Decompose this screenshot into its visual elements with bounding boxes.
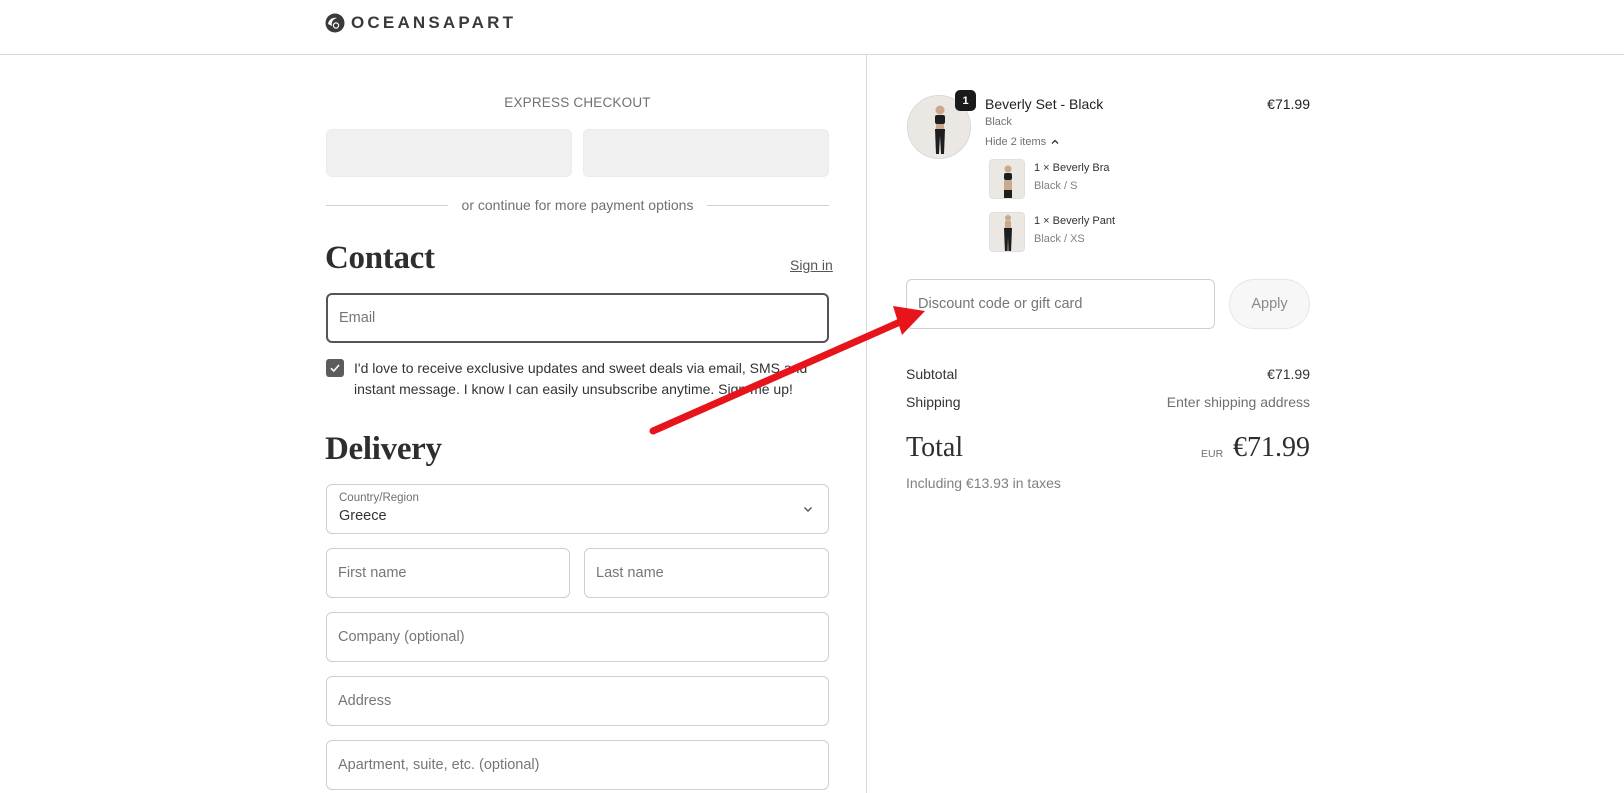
total-label: Total (906, 432, 964, 463)
last-name-field[interactable] (584, 548, 829, 598)
company-input[interactable] (338, 613, 817, 661)
hide-items-toggle[interactable]: Hide 2 items (985, 136, 1060, 148)
express-checkout-title: EXPRESS CHECKOUT (504, 95, 651, 110)
bra-product-image (990, 160, 1024, 198)
first-name-input[interactable] (338, 549, 558, 597)
chevron-down-icon (804, 507, 812, 512)
sub-item-name: 1 × Beverly Bra (1034, 162, 1110, 174)
marketing-consent-label: I'd love to receive exclusive updates an… (354, 360, 808, 397)
last-name-input[interactable] (596, 549, 817, 597)
express-pay-button-2[interactable] (583, 129, 829, 177)
taxes-note: Including €13.93 in taxes (906, 475, 1061, 491)
country-select[interactable]: Country/Region Greece (326, 484, 829, 534)
sub-item-thumbnail (989, 159, 1025, 199)
address-input[interactable] (338, 677, 817, 725)
company-field[interactable] (326, 612, 829, 662)
hide-items-label: Hide 2 items (985, 136, 1047, 148)
product-price: €71.99 (1267, 96, 1310, 112)
first-name-field[interactable] (326, 548, 570, 598)
oceansapart-logo-icon (325, 13, 345, 33)
marketing-consent-checkbox[interactable] (326, 359, 344, 377)
discount-code-field[interactable] (906, 279, 1215, 329)
sub-item-thumbnail (989, 212, 1025, 252)
subtotal-value: €71.99 (1267, 366, 1310, 382)
pant-product-image (990, 213, 1024, 251)
address-field[interactable] (326, 676, 829, 726)
divider-rule-right (707, 204, 829, 206)
quantity-badge: 1 (955, 90, 976, 111)
contact-heading: Contact (325, 240, 435, 276)
total-value: €71.99 (1233, 432, 1310, 463)
checkmark-icon (330, 364, 340, 373)
delivery-heading: Delivery (325, 431, 442, 467)
shipping-value: Enter shipping address (1166, 394, 1310, 410)
payment-divider: or continue for more payment options (326, 197, 829, 213)
sub-item-variant: Black / XS (1034, 233, 1085, 245)
brand-name: OCEANSAPART (351, 13, 517, 32)
sub-item-name: 1 × Beverly Pant (1034, 215, 1116, 227)
email-field[interactable] (326, 293, 829, 343)
shipping-label: Shipping (906, 394, 961, 410)
express-pay-button-1[interactable] (326, 129, 572, 177)
apply-discount-button[interactable]: Apply (1229, 279, 1310, 329)
product-variant: Black (985, 116, 1012, 128)
country-select-label: Country/Region (339, 492, 419, 504)
product-title: Beverly Set - Black (985, 96, 1104, 112)
sub-item-variant: Black / S (1034, 180, 1078, 192)
discount-code-input[interactable] (918, 280, 1203, 328)
payment-divider-text: or continue for more payment options (461, 197, 694, 213)
column-divider (866, 55, 867, 793)
sign-in-link[interactable]: Sign in (790, 257, 833, 273)
total-currency: EUR (1201, 448, 1224, 460)
site-header: OCEANSAPART (0, 0, 1624, 55)
apartment-input[interactable] (338, 741, 817, 789)
brand-logo[interactable]: OCEANSAPART (325, 13, 516, 33)
divider-rule-left (326, 204, 448, 206)
subtotal-label: Subtotal (906, 366, 958, 382)
apartment-field[interactable] (326, 740, 829, 790)
country-select-value: Greece (339, 508, 387, 524)
email-input[interactable] (339, 295, 816, 341)
chevron-up-icon (1051, 139, 1059, 144)
